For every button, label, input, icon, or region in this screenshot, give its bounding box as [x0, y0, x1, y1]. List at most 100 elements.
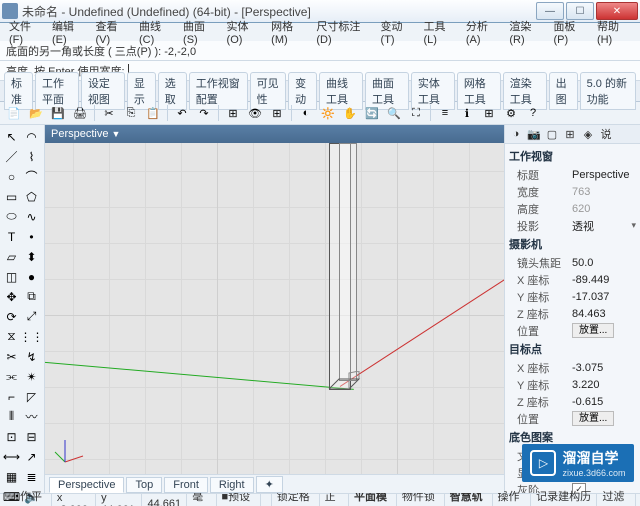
lasso-icon[interactable]: ◠	[22, 127, 41, 146]
status-planar[interactable]: 平面模式	[349, 494, 397, 506]
value-camy[interactable]: -17.037	[572, 291, 636, 303]
menu-solid[interactable]: 实体(O)	[222, 18, 267, 46]
panel-tab-material-icon[interactable]: ◈	[581, 127, 595, 141]
move-icon[interactable]: ✥	[2, 287, 21, 306]
value-title[interactable]: Perspective	[572, 169, 636, 181]
value-tgtz[interactable]: -0.615	[572, 396, 636, 408]
menu-render[interactable]: 渲染(R)	[504, 18, 548, 46]
value-lens[interactable]: 50.0	[572, 257, 636, 269]
viewport-tab-front[interactable]: Front	[164, 477, 208, 493]
polyline-icon[interactable]: ⌇	[22, 147, 41, 166]
viewport-tab-add[interactable]: ✦	[256, 476, 283, 493]
layer-icon[interactable]: ≡	[435, 103, 455, 123]
cplane-icon[interactable]: ⊞	[223, 103, 243, 123]
4view-icon[interactable]: ⊞	[267, 103, 287, 123]
layer2-icon[interactable]: ≣	[22, 467, 41, 486]
rotate-icon[interactable]: 🔄	[362, 103, 382, 123]
props-icon[interactable]: ℹ	[457, 103, 477, 123]
pointer-icon[interactable]: ↖	[2, 127, 21, 146]
polygon-icon[interactable]: ⬠	[22, 187, 41, 206]
box-icon[interactable]: ◫	[2, 267, 21, 286]
setview-icon[interactable]: 👁	[245, 103, 265, 123]
status-history[interactable]: 记录建构历史	[531, 494, 597, 506]
shade-icon[interactable]: ◐	[296, 103, 316, 123]
menu-transform[interactable]: 变动(T)	[376, 18, 419, 46]
group-icon[interactable]: ⊡	[2, 427, 21, 446]
chamfer-icon[interactable]: ◸	[22, 387, 41, 406]
menu-help[interactable]: 帮助(H)	[592, 18, 636, 46]
fillet-icon[interactable]: ⌐	[2, 387, 21, 406]
copy2-icon[interactable]: ⧉	[22, 287, 41, 306]
tab-new50[interactable]: 5.0 的新功能	[580, 72, 636, 110]
menu-edit[interactable]: 编辑(E)	[47, 18, 91, 46]
sphere-icon[interactable]: ●	[22, 267, 41, 286]
pan-icon[interactable]: ✋	[340, 103, 360, 123]
save-icon[interactable]: 💾	[48, 103, 68, 123]
viewport-tab-right[interactable]: Right	[210, 477, 254, 493]
trim-icon[interactable]: ✂	[2, 347, 21, 366]
grid-icon[interactable]: ⊞	[479, 103, 499, 123]
panel-tab-props-icon[interactable]: ◑	[509, 127, 523, 141]
status-filter[interactable]: 过滤器	[597, 494, 636, 506]
blend-icon[interactable]: 〰	[22, 407, 41, 426]
viewport-tab-perspective[interactable]: Perspective	[49, 477, 124, 493]
menu-surface[interactable]: 曲面(S)	[178, 18, 222, 46]
menu-file[interactable]: 文件(F)	[4, 18, 47, 46]
render-icon[interactable]: 🔆	[318, 103, 338, 123]
value-proj[interactable]: 透视	[572, 218, 631, 234]
surface-icon[interactable]: ▱	[2, 247, 21, 266]
viewport-tab-top[interactable]: Top	[126, 477, 162, 493]
menu-analyze[interactable]: 分析(A)	[461, 18, 505, 46]
menu-panels[interactable]: 面板(P)	[548, 18, 592, 46]
panel-tab-layer-icon[interactable]: ⊞	[563, 127, 577, 141]
zoomext-icon[interactable]: ⛶	[406, 103, 426, 123]
line-icon[interactable]: ／	[2, 147, 21, 166]
status-smarttrack[interactable]: 智慧轨迹	[445, 494, 493, 506]
undo-icon[interactable]: ↶	[172, 103, 192, 123]
circle-icon[interactable]: ○	[2, 167, 21, 186]
rect-icon[interactable]: ▭	[2, 187, 21, 206]
print-icon[interactable]: 🖨	[70, 103, 90, 123]
redo-icon[interactable]: ↷	[194, 103, 214, 123]
copy-icon[interactable]: ⎘	[121, 103, 141, 123]
menu-view[interactable]: 查看(V)	[90, 18, 134, 46]
menu-mesh[interactable]: 网格(M)	[266, 18, 311, 46]
menu-dimension[interactable]: 尺寸标注(D)	[311, 18, 375, 46]
place-target-button[interactable]: 放置...	[572, 411, 614, 426]
panel-tab-display-icon[interactable]: ▢	[545, 127, 559, 141]
arc-icon[interactable]: ⌒	[22, 167, 41, 186]
value-tgty[interactable]: 3.220	[572, 379, 636, 391]
status-cplane[interactable]: 工作平面	[4, 494, 52, 506]
mirror-icon[interactable]: ⧖	[2, 327, 21, 346]
split-icon[interactable]: ↯	[22, 347, 41, 366]
zoom-icon[interactable]: 🔍	[384, 103, 404, 123]
hatch-icon[interactable]: ▦	[2, 467, 21, 486]
value-camx[interactable]: -89.449	[572, 274, 636, 286]
ellipse-icon[interactable]: ⬭	[2, 207, 21, 226]
offset-icon[interactable]: ⫴	[2, 407, 21, 426]
status-osnap[interactable]: 物件锁点	[397, 494, 445, 506]
place-camera-button[interactable]: 放置...	[572, 323, 614, 338]
curve-icon[interactable]: ∿	[22, 207, 41, 226]
status-gumball[interactable]: 操作轴	[493, 494, 532, 506]
dim-icon[interactable]: ⟷	[2, 447, 21, 466]
tab-drafting[interactable]: 出图	[549, 72, 578, 110]
chevron-down-icon[interactable]: ▾	[631, 220, 636, 231]
options-icon[interactable]: ⚙	[501, 103, 521, 123]
status-preset[interactable]: ■预设值	[217, 494, 261, 506]
scale-icon[interactable]: ⤢	[22, 307, 41, 326]
join-icon[interactable]: ⫘	[2, 367, 21, 386]
new-icon[interactable]: 📄	[4, 103, 24, 123]
cut-icon[interactable]: ✂	[99, 103, 119, 123]
status-gridsnap[interactable]: 锁定格点	[272, 494, 320, 506]
viewport-canvas[interactable]	[45, 143, 504, 474]
status-ortho[interactable]: 正交	[320, 494, 349, 506]
ungroup-icon[interactable]: ⊟	[22, 427, 41, 446]
menu-curve[interactable]: 曲线(C)	[134, 18, 178, 46]
panel-tab-notes-icon[interactable]: 说	[599, 127, 613, 141]
explode-icon[interactable]: ✴	[22, 367, 41, 386]
rotate2-icon[interactable]: ⟳	[2, 307, 21, 326]
extrude-icon[interactable]: ⬍	[22, 247, 41, 266]
menu-tools[interactable]: 工具(L)	[418, 18, 460, 46]
paste-icon[interactable]: 📋	[143, 103, 163, 123]
